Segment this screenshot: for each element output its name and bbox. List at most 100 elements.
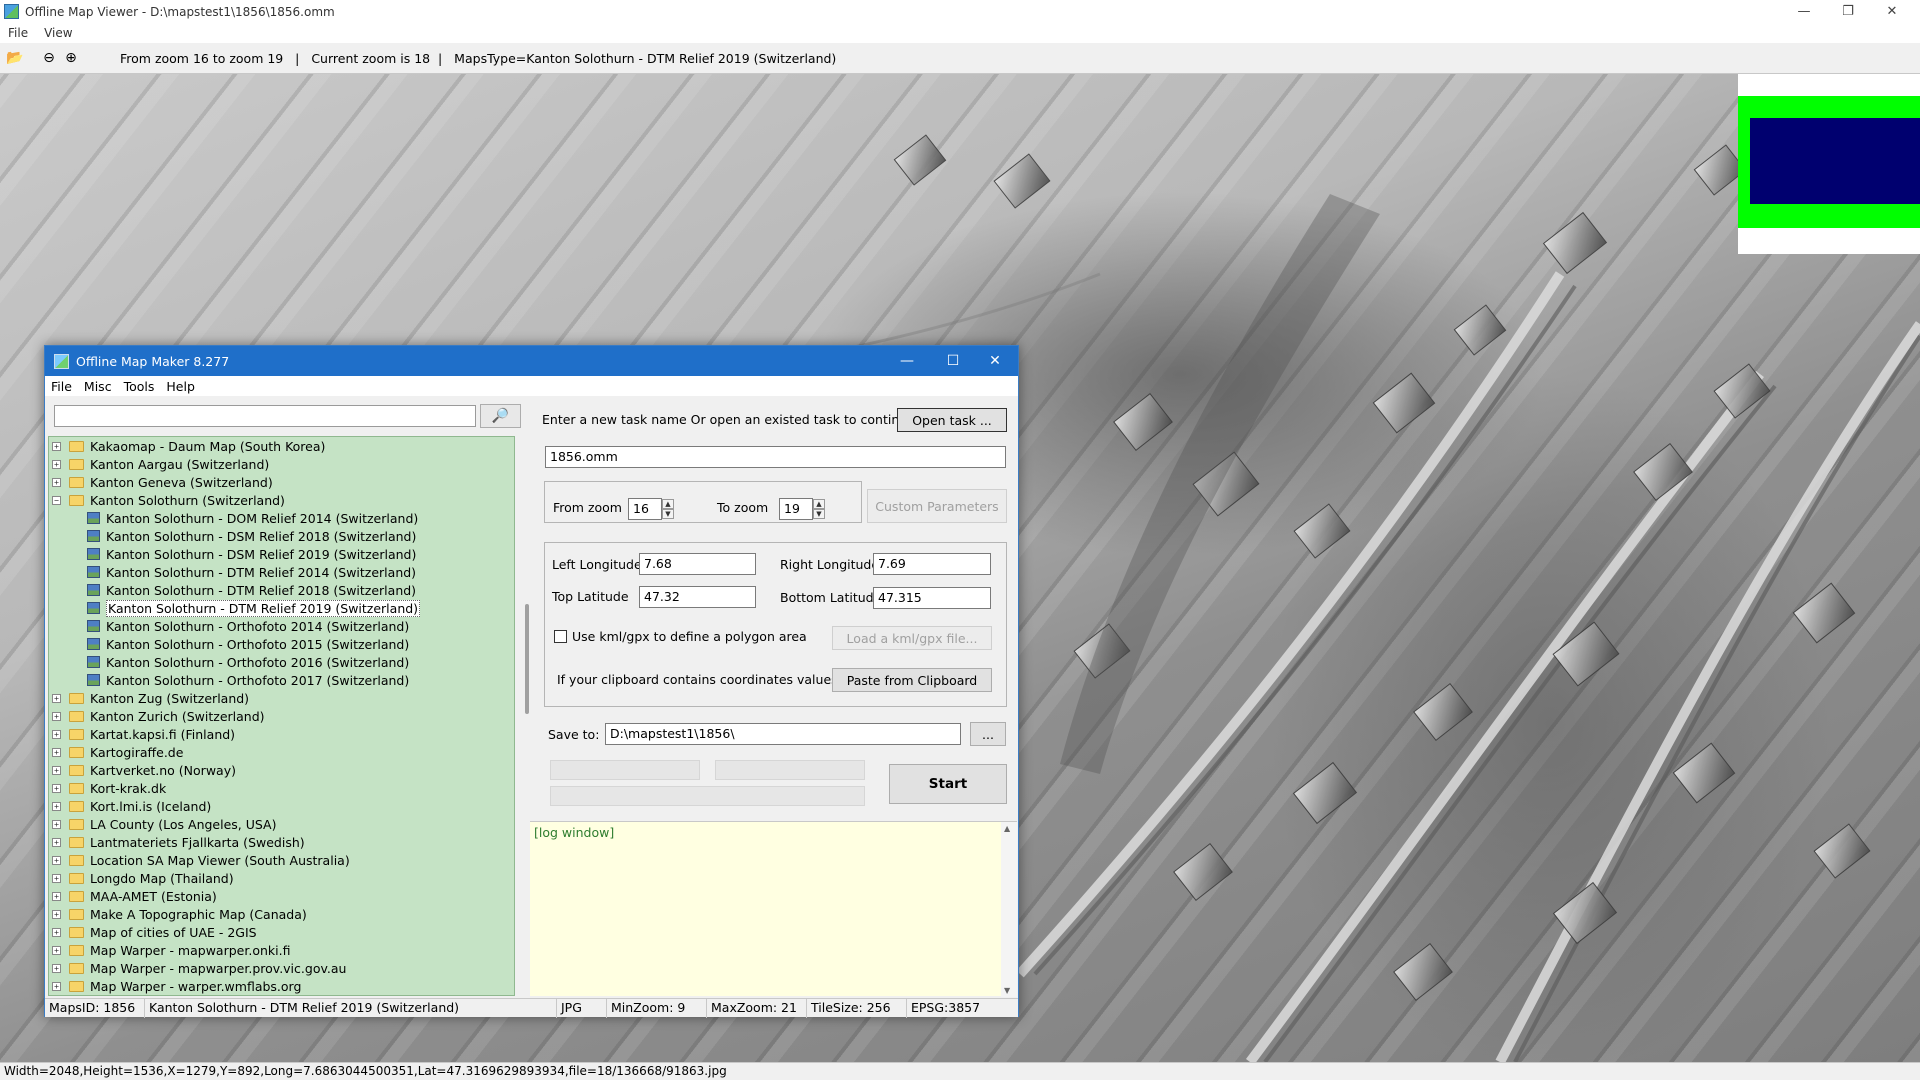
- dialog-menu-misc[interactable]: Misc: [78, 379, 118, 394]
- restore-icon[interactable]: ❐: [1826, 0, 1870, 23]
- tree-map-item[interactable]: Kanton Solothurn - DSM Relief 2018 (Swit…: [87, 527, 416, 545]
- dialog-minimize-icon[interactable]: —: [884, 346, 930, 376]
- scroll-down-icon[interactable]: ▼: [1004, 986, 1010, 995]
- expand-icon[interactable]: +: [52, 909, 61, 919]
- top-latitude-input[interactable]: 47.32: [639, 586, 756, 608]
- expand-icon[interactable]: +: [52, 783, 61, 793]
- tree-scroll-thumb[interactable]: [525, 604, 529, 714]
- tree-map-item[interactable]: Kanton Solothurn - DTM Relief 2014 (Swit…: [87, 563, 416, 581]
- tree-map-item[interactable]: Kanton Solothurn - Orthofoto 2015 (Switz…: [87, 635, 409, 653]
- tree-folder-item[interactable]: + Kartogiraffe.de: [52, 743, 183, 761]
- menu-file[interactable]: File: [0, 26, 36, 40]
- tree-folder-item[interactable]: + LA County (Los Angeles, USA): [52, 815, 277, 833]
- expand-icon[interactable]: +: [52, 927, 61, 937]
- dialog-menu-tools[interactable]: Tools: [118, 379, 161, 394]
- expand-icon[interactable]: +: [52, 801, 61, 811]
- tree-map-item[interactable]: Kanton Solothurn - Orthofoto 2014 (Switz…: [87, 617, 409, 635]
- zoom-out-icon[interactable]: ⊖: [38, 47, 60, 69]
- expand-icon[interactable]: +: [52, 711, 61, 721]
- zoom-in-icon[interactable]: ⊕: [60, 47, 82, 69]
- overview-minimap[interactable]: [1738, 74, 1920, 254]
- tree-map-item[interactable]: Kanton Solothurn - Orthofoto 2016 (Switz…: [87, 653, 409, 671]
- expand-icon[interactable]: +: [52, 819, 61, 829]
- expand-icon[interactable]: +: [52, 981, 61, 991]
- expand-icon[interactable]: +: [52, 747, 61, 757]
- to-zoom-spinner[interactable]: ▲ ▼: [813, 499, 825, 519]
- left-longitude-input[interactable]: 7.68: [639, 553, 756, 575]
- expand-icon[interactable]: +: [52, 945, 61, 955]
- log-scrollbar[interactable]: ▲ ▼: [1001, 822, 1017, 997]
- tree-folder-item[interactable]: − Kanton Solothurn (Switzerland): [52, 491, 285, 509]
- collapse-icon[interactable]: −: [52, 495, 61, 505]
- expand-icon[interactable]: +: [52, 693, 61, 703]
- expand-icon[interactable]: +: [52, 873, 61, 883]
- dialog-maximize-icon[interactable]: ☐: [930, 346, 976, 376]
- tree-folder-item[interactable]: + Kanton Zurich (Switzerland): [52, 707, 265, 725]
- tree-folder-item[interactable]: + Map Warper - warper.wmflabs.org: [52, 977, 301, 995]
- right-longitude-label: Right Longitude: [780, 557, 880, 572]
- map-search-input[interactable]: [54, 405, 476, 427]
- expand-icon[interactable]: +: [52, 441, 61, 451]
- start-button[interactable]: Start: [889, 764, 1007, 804]
- expand-icon[interactable]: +: [52, 477, 61, 487]
- expand-icon[interactable]: +: [52, 765, 61, 775]
- task-name-input[interactable]: 1856.omm: [545, 446, 1006, 468]
- folder-icon: [69, 872, 84, 884]
- tree-folder-item[interactable]: + Make A Topographic Map (Canada): [52, 905, 307, 923]
- expand-icon[interactable]: +: [52, 459, 61, 469]
- tree-item-label: LA County (Los Angeles, USA): [90, 816, 277, 832]
- load-kml-button[interactable]: Load a kml/gpx file...: [832, 626, 992, 650]
- tree-map-item[interactable]: Kanton Solothurn - Orthofoto 2017 (Switz…: [87, 671, 409, 689]
- open-task-button[interactable]: Open task ...: [897, 408, 1007, 432]
- tree-map-item[interactable]: Kanton Solothurn - DSM Relief 2019 (Swit…: [87, 545, 416, 563]
- dialog-menu-help[interactable]: Help: [160, 379, 201, 394]
- log-window[interactable]: [log window] ▲ ▼: [530, 821, 1017, 997]
- tree-folder-item[interactable]: + MAA-AMET (Estonia): [52, 887, 217, 905]
- paste-from-clipboard-button[interactable]: Paste from Clipboard: [832, 668, 992, 692]
- from-zoom-input[interactable]: 16: [628, 498, 662, 520]
- bottom-latitude-input[interactable]: 47.315: [873, 587, 991, 609]
- tree-folder-item[interactable]: + Map of cities of UAE - 2GIS: [52, 923, 257, 941]
- tree-folder-item[interactable]: + Kartverket.no (Norway): [52, 761, 236, 779]
- map-source-tree[interactable]: + Kakaomap - Daum Map (South Korea) + Kanto…: [48, 436, 515, 996]
- tree-folder-item[interactable]: + Lantmateriets Fjallkarta (Swedish): [52, 833, 305, 851]
- map-icon: [87, 656, 100, 668]
- folder-icon: [69, 440, 84, 452]
- tree-folder-item[interactable]: + Kanton Aargau (Switzerland): [52, 455, 269, 473]
- tree-folder-item[interactable]: + Kartat.kapsi.fi (Finland): [52, 725, 235, 743]
- minimize-icon[interactable]: —: [1782, 0, 1826, 23]
- close-icon[interactable]: ✕: [1870, 0, 1914, 23]
- expand-icon[interactable]: +: [52, 729, 61, 739]
- dialog-titlebar[interactable]: Offline Map Maker 8.277 — ☐ ✕: [45, 346, 1018, 376]
- to-zoom-input[interactable]: 19: [779, 498, 813, 520]
- tree-folder-item[interactable]: + Kort-krak.dk: [52, 779, 166, 797]
- dialog-menu-file[interactable]: File: [45, 379, 78, 394]
- tree-folder-item[interactable]: + Map Warper - mapwarper.prov.vic.gov.au: [52, 959, 346, 977]
- tree-folder-item[interactable]: + Map Warper - mapwarper.onki.fi: [52, 941, 290, 959]
- tree-folder-item[interactable]: + Kort.lmi.is (Iceland): [52, 797, 211, 815]
- kml-polygon-checkbox[interactable]: [554, 630, 567, 643]
- expand-icon[interactable]: +: [52, 963, 61, 973]
- tree-map-item[interactable]: Kanton Solothurn - DTM Relief 2019 (Swit…: [87, 599, 421, 617]
- dialog-close-icon[interactable]: ✕: [972, 346, 1018, 376]
- tree-folder-item[interactable]: + Kakaomap - Daum Map (South Korea): [52, 437, 325, 455]
- map-icon: [87, 548, 100, 560]
- custom-parameters-button[interactable]: Custom Parameters: [867, 489, 1007, 523]
- expand-icon[interactable]: +: [52, 855, 61, 865]
- search-button[interactable]: 🔎: [480, 404, 521, 428]
- expand-icon[interactable]: +: [52, 837, 61, 847]
- right-longitude-input[interactable]: 7.69: [873, 553, 991, 575]
- save-to-input[interactable]: D:\mapstest1\1856\: [605, 723, 961, 745]
- tree-folder-item[interactable]: + Longdo Map (Thailand): [52, 869, 234, 887]
- tree-map-item[interactable]: Kanton Solothurn - DTM Relief 2018 (Swit…: [87, 581, 416, 599]
- menu-view[interactable]: View: [36, 26, 80, 40]
- tree-map-item[interactable]: Kanton Solothurn - DOM Relief 2014 (Swit…: [87, 509, 418, 527]
- expand-icon[interactable]: +: [52, 891, 61, 901]
- tree-folder-item[interactable]: + Location SA Map Viewer (South Australia…: [52, 851, 350, 869]
- scroll-up-icon[interactable]: ▲: [1004, 824, 1010, 833]
- tree-folder-item[interactable]: + Kanton Zug (Switzerland): [52, 689, 249, 707]
- browse-button[interactable]: ...: [970, 722, 1006, 746]
- from-zoom-spinner[interactable]: ▲ ▼: [662, 499, 674, 519]
- tree-folder-item[interactable]: + Kanton Geneva (Switzerland): [52, 473, 273, 491]
- open-folder-icon[interactable]: 📂: [4, 47, 26, 69]
